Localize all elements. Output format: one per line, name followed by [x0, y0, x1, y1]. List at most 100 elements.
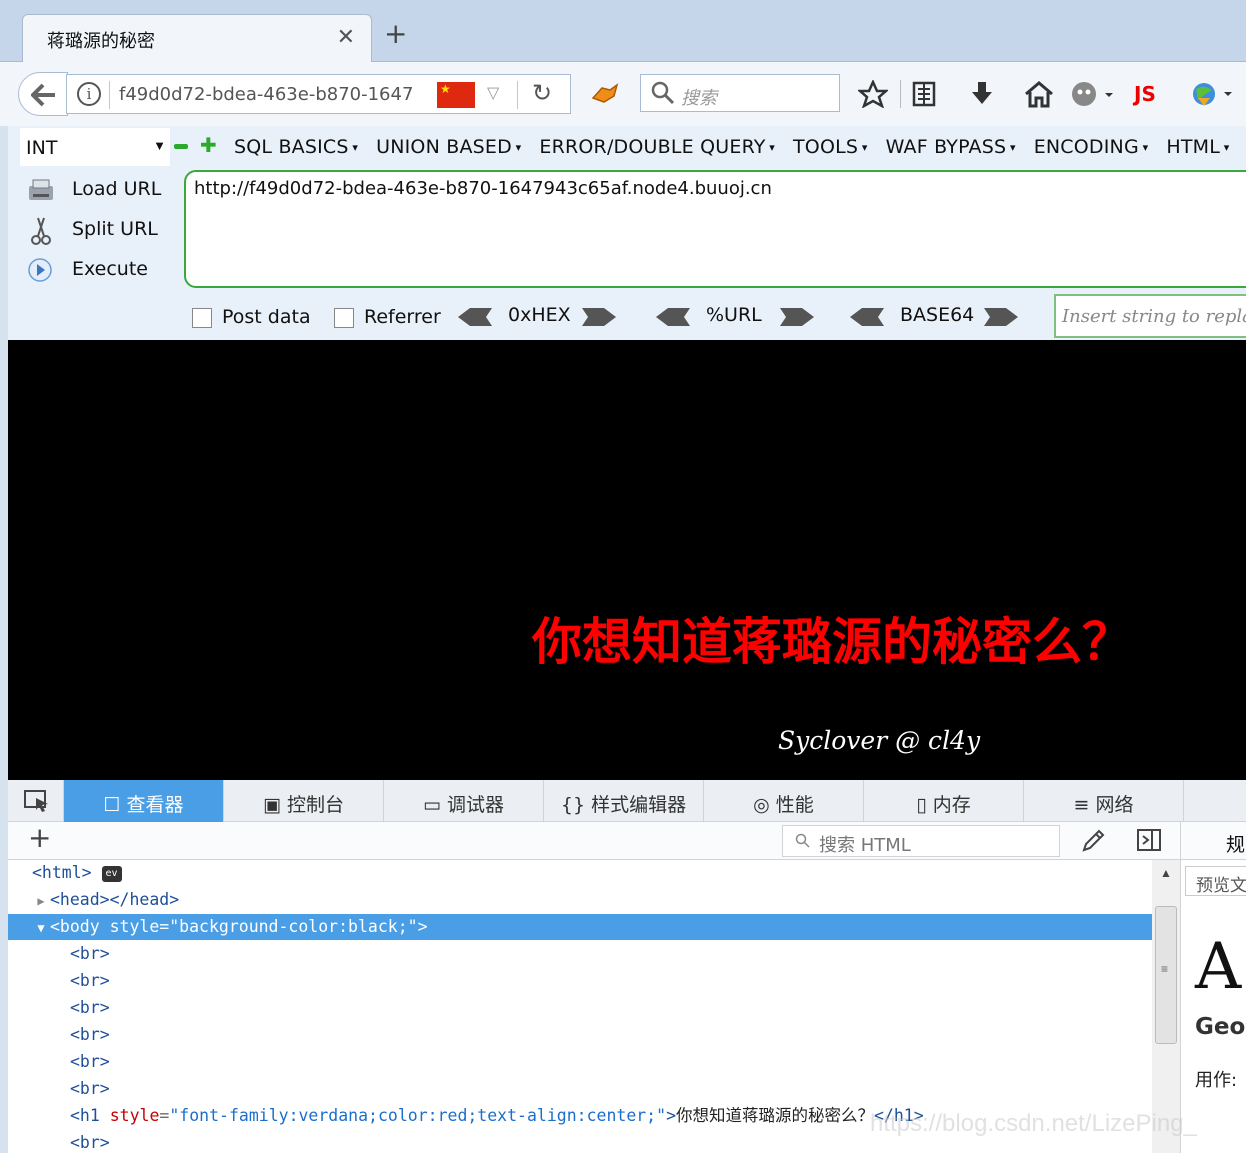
bookmark-star-icon[interactable]	[858, 80, 888, 108]
body-style-attr: style	[109, 917, 160, 936]
markup-line-br[interactable]: <br>	[8, 1049, 1152, 1075]
browser-tab[interactable]: 蒋璐源的秘密 ✕	[22, 14, 372, 63]
devtools-tab-bar: ☐ 查看器 ▣ 控制台 ▭ 调试器 {} 样式编辑器 ◎ 性能 ▯ 内存 ≡ 网…	[8, 780, 1246, 822]
markup-line-br[interactable]: <br>	[8, 1022, 1152, 1048]
tab-style-editor[interactable]: {} 样式编辑器	[544, 780, 704, 822]
menu-html[interactable]: HTML	[1166, 136, 1229, 158]
referrer-checkbox-box[interactable]	[334, 308, 354, 328]
replace-string-placeholder: Insert string to repla	[1062, 306, 1246, 327]
tab-inspector[interactable]: ☐ 查看器	[64, 780, 224, 822]
event-badge-icon[interactable]: ev	[101, 865, 122, 882]
watermark: https://blog.csdn.net/LizePing_	[870, 1110, 1197, 1137]
menu-union-based[interactable]: UNION BASED	[376, 136, 521, 158]
menu-encoding[interactable]: ENCODING	[1034, 136, 1149, 158]
post-data-checkbox-box[interactable]	[192, 308, 212, 328]
hackbar-menu-bar: SQL BASICS UNION BASED ERROR/DOUBLE QUER…	[234, 136, 1246, 158]
hackbar-url-textarea[interactable]: http://f49d0d72-bdea-463e-b870-1647943c6…	[184, 170, 1246, 288]
back-button[interactable]	[18, 72, 68, 116]
base64-decode-arrow-icon[interactable]	[848, 306, 886, 328]
markup-line-body[interactable]: ▼ <body style="background-color:black;">	[8, 914, 1152, 940]
rules-tab[interactable]: 规	[1226, 830, 1245, 857]
toggle-sidebar-icon[interactable]	[1136, 828, 1162, 852]
inspector-toolbar: + 搜索 HTML 规	[8, 822, 1246, 860]
injection-type-select[interactable]: INT ▼	[20, 128, 170, 166]
extension-ghost-icon[interactable]	[1070, 80, 1114, 108]
menu-error-double-query[interactable]: ERROR/DOUBLE QUERY	[539, 136, 775, 158]
extension-globe-icon[interactable]	[1190, 80, 1240, 108]
search-html-input[interactable]: 搜索 HTML	[782, 825, 1060, 857]
markup-line-head[interactable]: ▶ <head></head>	[8, 887, 1152, 913]
tab-network[interactable]: ≡ 网络	[1024, 780, 1184, 822]
javascript-toggle-icon[interactable]: JS	[1134, 82, 1156, 106]
url-bar[interactable]: i f49d0d72-bdea-463e-b870-1647 ★ ▽ ↻	[66, 74, 571, 114]
split-url-button[interactable]: Split URL	[22, 212, 192, 248]
new-tab-button[interactable]: +	[384, 20, 407, 48]
br-tag: <br>	[70, 944, 110, 963]
page-credit: Syclover @ cl4y	[778, 726, 981, 755]
urlenc-label: %URL	[706, 304, 762, 326]
referrer-label: Referrer	[364, 306, 441, 328]
menu-tools[interactable]: TOOLS	[793, 136, 868, 158]
scroll-up-icon[interactable]: ▲	[1160, 866, 1172, 880]
eyedropper-icon[interactable]	[1080, 828, 1106, 854]
decrease-icon[interactable]	[174, 144, 188, 149]
menu-sql-basics[interactable]: SQL BASICS	[234, 136, 358, 158]
tab-memory[interactable]: ▯ 内存	[864, 780, 1024, 822]
font-preview-input[interactable]: 预览文	[1185, 866, 1246, 896]
url-encode-arrow-icon[interactable]	[778, 306, 816, 328]
head-tag: <head></head>	[50, 890, 180, 909]
navigation-bar: i f49d0d72-bdea-463e-b870-1647 ★ ▽ ↻ 搜索 …	[0, 62, 1246, 126]
h1-tag-open: <h1	[70, 1106, 110, 1125]
network-tab-label: ≡ 网络	[1073, 794, 1134, 816]
element-picker-button[interactable]	[8, 780, 64, 822]
tab-debugger[interactable]: ▭ 调试器	[384, 780, 544, 822]
back-arrow-icon	[31, 83, 55, 107]
collapse-triangle-icon[interactable]: ▼	[32, 915, 50, 941]
expand-triangle-icon[interactable]: ▶	[32, 888, 50, 914]
font-sample-letter: A	[1195, 930, 1242, 1004]
search-icon	[795, 833, 810, 848]
download-icon[interactable]	[968, 80, 996, 108]
hackbar-url-value: http://f49d0d72-bdea-463e-b870-1647943c6…	[194, 178, 772, 199]
info-icon[interactable]: i	[77, 82, 101, 106]
tab-console[interactable]: ▣ 控制台	[224, 780, 384, 822]
performance-tab-label: ◎ 性能	[753, 794, 814, 816]
tab-close-button[interactable]: ✕	[337, 25, 355, 50]
base64-label: BASE64	[900, 304, 975, 326]
tab-strip: 蒋璐源的秘密 ✕ +	[0, 0, 1246, 63]
menu-waf-bypass[interactable]: WAF BYPASS	[886, 136, 1016, 158]
markup-line-html[interactable]: <html> ev	[8, 860, 1152, 886]
reading-list-icon[interactable]	[910, 80, 938, 108]
reload-button[interactable]: ↻	[532, 79, 552, 108]
font-name: Geo	[1195, 1014, 1246, 1040]
load-url-icon	[29, 179, 53, 200]
markup-line-br[interactable]: <br>	[8, 995, 1152, 1021]
load-url-label: Load URL	[72, 178, 162, 200]
home-icon[interactable]	[1024, 80, 1054, 108]
devtools-panel: ☐ 查看器 ▣ 控制台 ▭ 调试器 {} 样式编辑器 ◎ 性能 ▯ 内存 ≡ 网…	[8, 780, 1246, 1153]
search-bar[interactable]: 搜索	[640, 74, 840, 112]
url-text[interactable]: f49d0d72-bdea-463e-b870-1647	[119, 84, 424, 105]
hex-encode-arrow-icon[interactable]	[580, 306, 618, 328]
hex-decode-arrow-icon[interactable]	[456, 306, 494, 328]
br-tag: <br>	[70, 998, 110, 1017]
base64-encode-arrow-icon[interactable]	[982, 306, 1020, 328]
injection-type-value: INT	[26, 137, 58, 159]
increase-icon[interactable]: ✚	[200, 136, 217, 156]
add-node-button[interactable]: +	[28, 824, 51, 852]
url-decode-arrow-icon[interactable]	[654, 306, 692, 328]
search-icon	[651, 81, 675, 105]
load-url-button[interactable]: Load URL	[22, 172, 192, 208]
body-tag-close: >	[417, 917, 428, 936]
url-history-dropdown-icon[interactable]: ▽	[487, 83, 499, 103]
markup-line-br[interactable]: <br>	[8, 1076, 1152, 1102]
markup-line-br[interactable]: <br>	[8, 941, 1152, 967]
tab-performance[interactable]: ◎ 性能	[704, 780, 864, 822]
console-icon: ▣	[262, 794, 287, 816]
execute-button[interactable]: Execute	[22, 252, 192, 288]
markup-line-br[interactable]: <br>	[8, 968, 1152, 994]
br-tag: <br>	[70, 1025, 110, 1044]
post-data-label: Post data	[222, 306, 311, 328]
replace-string-input[interactable]: Insert string to repla	[1054, 294, 1246, 338]
extension-fox-icon[interactable]	[590, 82, 620, 106]
